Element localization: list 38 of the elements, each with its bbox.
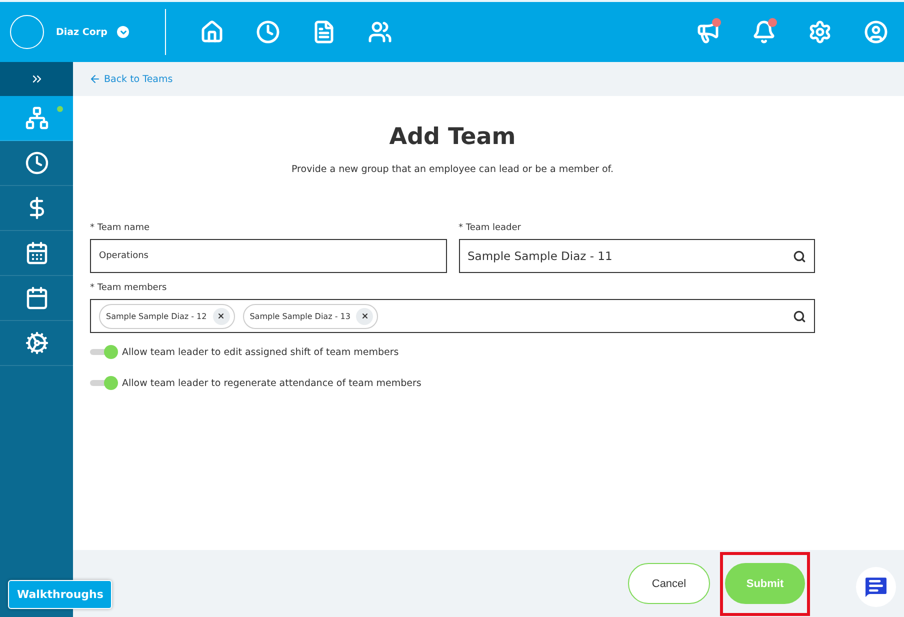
team-leader-field[interactable]: Sample Sample Diaz - 11 [458, 239, 815, 273]
page-subtitle: Provide a new group that an employee can lead or be a member of. [290, 164, 614, 175]
sidebar-item[interactable] [0, 96, 73, 141]
people-icon [368, 20, 392, 44]
clock-icon [24, 151, 48, 175]
calendar-icon [24, 286, 48, 310]
page-title: Add Team [388, 124, 517, 150]
search-icon [793, 310, 806, 322]
search-icon [793, 250, 806, 262]
toggle-switch[interactable] [90, 376, 118, 390]
field-label: * Team name [90, 223, 151, 233]
cancel-button[interactable]: Cancel [628, 563, 710, 604]
remove-button[interactable] [356, 308, 374, 324]
settings-icon [808, 20, 832, 44]
logo-placeholder [10, 15, 44, 49]
member-chip: Sample Sample Diaz - 12 [99, 304, 235, 328]
toggle-switch[interactable] [90, 345, 118, 359]
user-icon [864, 20, 888, 44]
remove-button[interactable] [212, 308, 230, 324]
dropdown-icon[interactable] [117, 26, 130, 38]
team-members-field[interactable]: Sample Sample Diaz - 12 Sample Sample Diaz - 13 [90, 299, 815, 333]
close-icon [217, 312, 226, 320]
calendar-icon [24, 241, 48, 265]
company-name: Diaz Corp [56, 26, 108, 38]
org-chart-icon [24, 106, 48, 130]
arrow-left-icon [89, 73, 101, 85]
field-label: * Team leader [458, 223, 522, 233]
team-name-field[interactable]: Operations [90, 239, 446, 273]
field-label: * Team members [90, 283, 168, 293]
home-icon [200, 20, 224, 44]
member-chip: Sample Sample Diaz - 13 [242, 304, 378, 328]
close-icon [360, 312, 369, 320]
chat-button[interactable] [856, 567, 896, 607]
document-icon [312, 20, 336, 44]
toggle-label: Allow team leader to edit assigned shift of team members [122, 346, 399, 358]
clock-icon [256, 20, 280, 44]
toggle-label: Allow team leader to regenerate attendance of team members [122, 378, 422, 388]
bell-icon [752, 20, 776, 44]
